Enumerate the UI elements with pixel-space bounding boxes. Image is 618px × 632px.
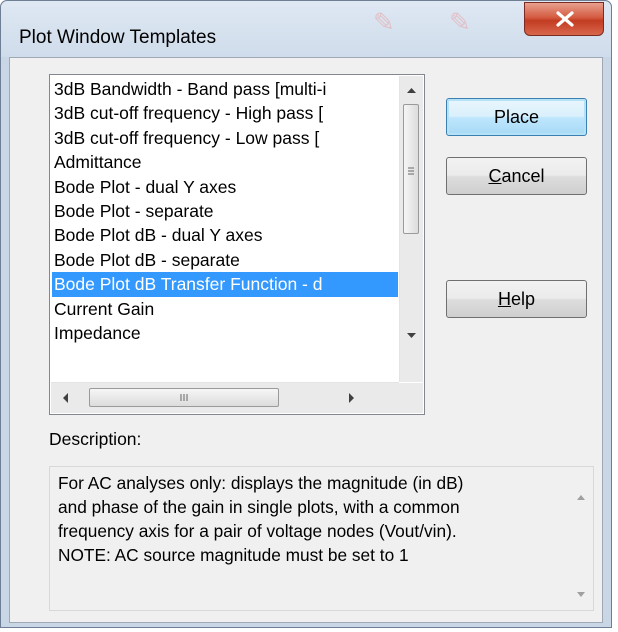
scroll-up-icon: [577, 495, 585, 500]
help-mnemonic: H: [497, 289, 511, 309]
title-bar[interactable]: Plot Window Templates ✎ ✎: [1, 1, 611, 57]
scroll-up-icon: [407, 88, 416, 93]
scroll-up-button[interactable]: [400, 80, 423, 102]
scrollbar-corner: [399, 383, 423, 413]
description-text: For AC analyses only: displays the magni…: [58, 473, 464, 565]
description-scrollbar[interactable]: [571, 469, 591, 608]
window-title: Plot Window Templates: [19, 27, 217, 48]
place-button-label: Place: [493, 107, 540, 127]
close-button[interactable]: [524, 2, 604, 36]
scroll-right-icon: [349, 393, 354, 403]
template-list-item[interactable]: 3dB cut-off frequency - Low pass [: [52, 126, 398, 150]
template-list-item[interactable]: Bode Plot dB Transfer Function - d: [52, 272, 398, 297]
cancel-button[interactable]: Cancel: [446, 157, 587, 195]
template-list-item[interactable]: Bode Plot - dual Y axes: [52, 175, 398, 199]
place-button[interactable]: Place: [446, 98, 587, 136]
template-list: 3dB Bandwidth - Band pass [multi-i 3dB cu…: [52, 77, 398, 377]
cancel-mnemonic: C: [488, 166, 502, 186]
horizontal-scroll-thumb[interactable]: [89, 388, 279, 407]
description-label: Description:: [49, 429, 142, 449]
background-ghost-icon: ✎: [449, 7, 471, 37]
scroll-left-icon: [63, 393, 68, 403]
vertical-scroll-thumb[interactable]: [403, 104, 419, 234]
thumb-grip-icon: [408, 167, 414, 175]
help-button-label: elp: [510, 289, 536, 309]
description-box: For AC analyses only: displays the magni…: [49, 466, 594, 611]
plot-window-templates-dialog: Plot Window Templates ✎ ✎ 3dB Bandwidth …: [0, 0, 612, 628]
template-list-item[interactable]: 3dB Bandwidth - Band pass [multi-i: [52, 77, 398, 101]
description-scroll-arrows: [577, 495, 585, 597]
template-list-item[interactable]: Bode Plot dB - dual Y axes: [52, 223, 398, 247]
background-ghost-icon: ✎: [373, 7, 395, 37]
template-list-item[interactable]: Impedance: [52, 321, 398, 345]
close-icon: [556, 11, 574, 27]
template-list-item[interactable]: 3dB cut-off frequency - High pass [: [52, 101, 398, 125]
vertical-scrollbar[interactable]: [399, 76, 423, 382]
cancel-button-label: ancel: [501, 166, 545, 186]
horizontal-scrollbar[interactable]: [51, 382, 399, 413]
scroll-right-button[interactable]: [339, 387, 362, 409]
dialog-client-area: 3dB Bandwidth - Band pass [multi-i 3dB cu…: [9, 57, 603, 623]
thumb-grip-icon: [180, 394, 188, 401]
template-list-item[interactable]: Admittance: [52, 150, 398, 174]
template-list-item[interactable]: Bode Plot dB - separate: [52, 248, 398, 272]
scroll-down-button[interactable]: [400, 324, 423, 346]
scroll-down-icon: [407, 333, 416, 338]
help-button[interactable]: Help: [446, 280, 587, 318]
template-list-item[interactable]: Bode Plot - separate: [52, 199, 398, 223]
template-listbox[interactable]: 3dB Bandwidth - Band pass [multi-i 3dB cu…: [49, 74, 425, 415]
scroll-down-icon: [577, 592, 585, 597]
template-list-item[interactable]: Current Gain: [52, 297, 398, 321]
scroll-left-button[interactable]: [55, 387, 78, 409]
